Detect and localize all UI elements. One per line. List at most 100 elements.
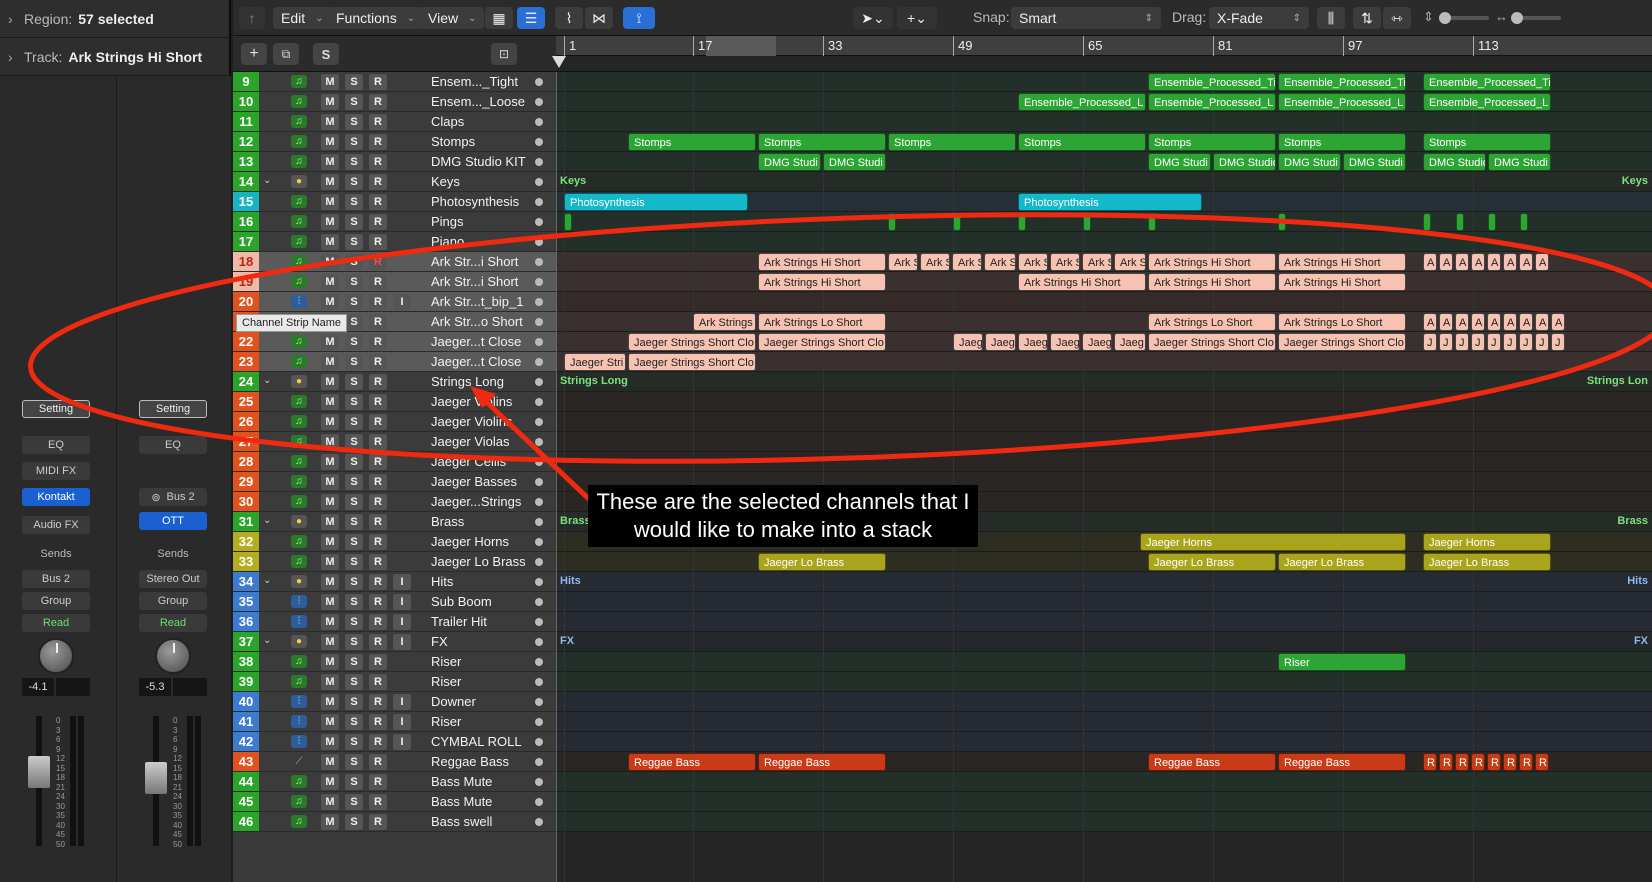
region[interactable]: A [1487, 313, 1501, 331]
record-enable-button[interactable]: R [369, 154, 387, 170]
region[interactable]: J [1519, 333, 1533, 351]
pointer-tool-icon[interactable]: ➤⌄ [853, 7, 893, 29]
region[interactable]: A [1519, 313, 1533, 331]
crosshair-tool-icon[interactable]: +⌄ [897, 7, 937, 29]
record-enable-button[interactable]: R [369, 574, 387, 590]
track-name[interactable]: DMG Studio KIT [431, 154, 526, 169]
record-enable-button[interactable]: R [369, 714, 387, 730]
region[interactable]: Ark S [984, 253, 1016, 271]
mute-button[interactable]: M [321, 134, 339, 150]
region[interactable]: Jaeger Lo Brass [1423, 553, 1551, 571]
record-enable-button[interactable]: R [369, 274, 387, 290]
solo-button[interactable]: S [345, 734, 363, 750]
bar-ruler[interactable]: 1 17 33 49 65 81 97 113 [556, 36, 1652, 56]
region[interactable]: DMG Studi [1148, 153, 1211, 171]
region[interactable]: Jaeger Stri [564, 353, 626, 371]
region[interactable]: A [1503, 253, 1517, 271]
region[interactable]: Stomps [1018, 133, 1146, 151]
region[interactable]: Ensemble_Processed_Ti [1423, 73, 1551, 91]
setting-button[interactable]: Setting [22, 400, 90, 418]
arrange-lane[interactable] [556, 772, 1652, 792]
arrange-lane[interactable] [556, 112, 1652, 132]
record-enable-button[interactable]: R [369, 174, 387, 190]
track-name[interactable]: Pings [431, 214, 464, 229]
output-slot[interactable]: Stereo Out [139, 570, 207, 588]
solo-button[interactable]: S [345, 334, 363, 350]
region[interactable]: Jaeg [1114, 333, 1146, 351]
region[interactable]: Ensemble_Processed_L [1278, 93, 1406, 111]
region[interactable]: Photosynthesis [1018, 193, 1202, 211]
solo-button[interactable]: S [345, 794, 363, 810]
region[interactable]: Jaeger Lo Brass [758, 553, 886, 571]
region[interactable]: Stomps [1278, 133, 1406, 151]
input-monitor-button[interactable]: I [393, 594, 411, 610]
track-row[interactable]: 9 ♫ M S R Ensem..._Tight [233, 72, 556, 92]
track-row[interactable]: 35 ⫶ M S R I Sub Boom [233, 592, 556, 612]
record-enable-button[interactable]: R [369, 734, 387, 750]
output-slot[interactable]: Bus 2 [22, 570, 90, 588]
track-name[interactable]: Ensem..._Loose [431, 94, 525, 109]
mute-button[interactable]: M [321, 554, 339, 570]
region[interactable]: Ark S [1050, 253, 1080, 271]
region[interactable]: Ark Strings Hi Short [1278, 253, 1406, 271]
region[interactable]: R [1535, 753, 1549, 771]
vertical-fit-icon[interactable]: ⇅ [1353, 7, 1381, 29]
record-enable-button[interactable]: R [369, 414, 387, 430]
mute-button[interactable]: M [321, 694, 339, 710]
record-enable-button[interactable]: R [369, 314, 387, 330]
solo-button[interactable]: S [345, 434, 363, 450]
mute-button[interactable]: M [321, 294, 339, 310]
solo-button[interactable]: S [345, 194, 363, 210]
mute-button[interactable]: M [321, 754, 339, 770]
region[interactable]: DMG Studi [1278, 153, 1341, 171]
arrange-lane[interactable] [556, 172, 1652, 192]
track-name[interactable]: Hits [431, 574, 453, 589]
vertical-zoom-slider[interactable] [1439, 12, 1489, 24]
volume-fader[interactable] [145, 716, 167, 846]
solo-button[interactable]: S [345, 474, 363, 490]
region[interactable]: DMG Studi [1343, 153, 1406, 171]
track-row[interactable]: 30 ♫ M S R Jaeger...Strings [233, 492, 556, 512]
drag-dropdown[interactable]: X-Fade ⇕ [1209, 7, 1309, 29]
arrange-lane[interactable] [556, 792, 1652, 812]
record-enable-button[interactable]: R [369, 594, 387, 610]
arrange-lane[interactable] [556, 372, 1652, 392]
track-name[interactable]: Jaeger...t Close [431, 354, 521, 369]
track-name[interactable]: Sub Boom [431, 594, 492, 609]
input-monitor-button[interactable]: I [393, 614, 411, 630]
arrange-lane[interactable] [556, 412, 1652, 432]
region[interactable]: Ensemble_Processed_L [1148, 93, 1276, 111]
region[interactable]: Jaeger Lo Brass [1278, 553, 1406, 571]
track-name[interactable]: Jaeger Cellis [431, 454, 506, 469]
region[interactable]: Ark Strings [693, 313, 756, 331]
solo-button[interactable]: S [345, 774, 363, 790]
region[interactable]: J [1471, 333, 1485, 351]
track-name[interactable]: Jaeger...t Close [431, 334, 521, 349]
region[interactable]: Reggae Bass [758, 753, 886, 771]
record-enable-button[interactable]: R [369, 634, 387, 650]
input-monitor-button[interactable]: I [393, 294, 411, 310]
region[interactable]: Jaeger Strings Short Clo [1278, 333, 1406, 351]
track-name[interactable]: Jaeger Horns [431, 534, 509, 549]
arrange-lane[interactable] [556, 432, 1652, 452]
eq-button[interactable]: EQ [139, 436, 207, 454]
region[interactable]: Jaeger Horns [1423, 533, 1551, 551]
instrument-slot[interactable]: Kontakt [22, 488, 90, 506]
track-row[interactable]: 43 ⟋ M S R Reggae Bass [233, 752, 556, 772]
mute-button[interactable]: M [321, 634, 339, 650]
track-row[interactable]: 16 ♫ M S R Pings [233, 212, 556, 232]
track-name[interactable]: Claps [431, 114, 464, 129]
record-enable-button[interactable]: R [369, 194, 387, 210]
track-row[interactable]: 29 ♫ M S R Jaeger Basses [233, 472, 556, 492]
audio-fx-slot[interactable]: Audio FX [22, 516, 90, 534]
region[interactable]: Ark Strings Hi Short [1018, 273, 1146, 291]
region[interactable]: A [1535, 253, 1549, 271]
track-name[interactable]: Strings Long [431, 374, 504, 389]
region[interactable]: Ark S [1114, 253, 1146, 271]
region[interactable] [564, 213, 572, 231]
mute-button[interactable]: M [321, 814, 339, 830]
region[interactable]: A [1455, 253, 1469, 271]
slider-thumb[interactable] [1439, 12, 1451, 24]
track-row[interactable]: 41 ⫶ M S R I Riser [233, 712, 556, 732]
track-row[interactable]: 22 ♫ M S R Jaeger...t Close [233, 332, 556, 352]
